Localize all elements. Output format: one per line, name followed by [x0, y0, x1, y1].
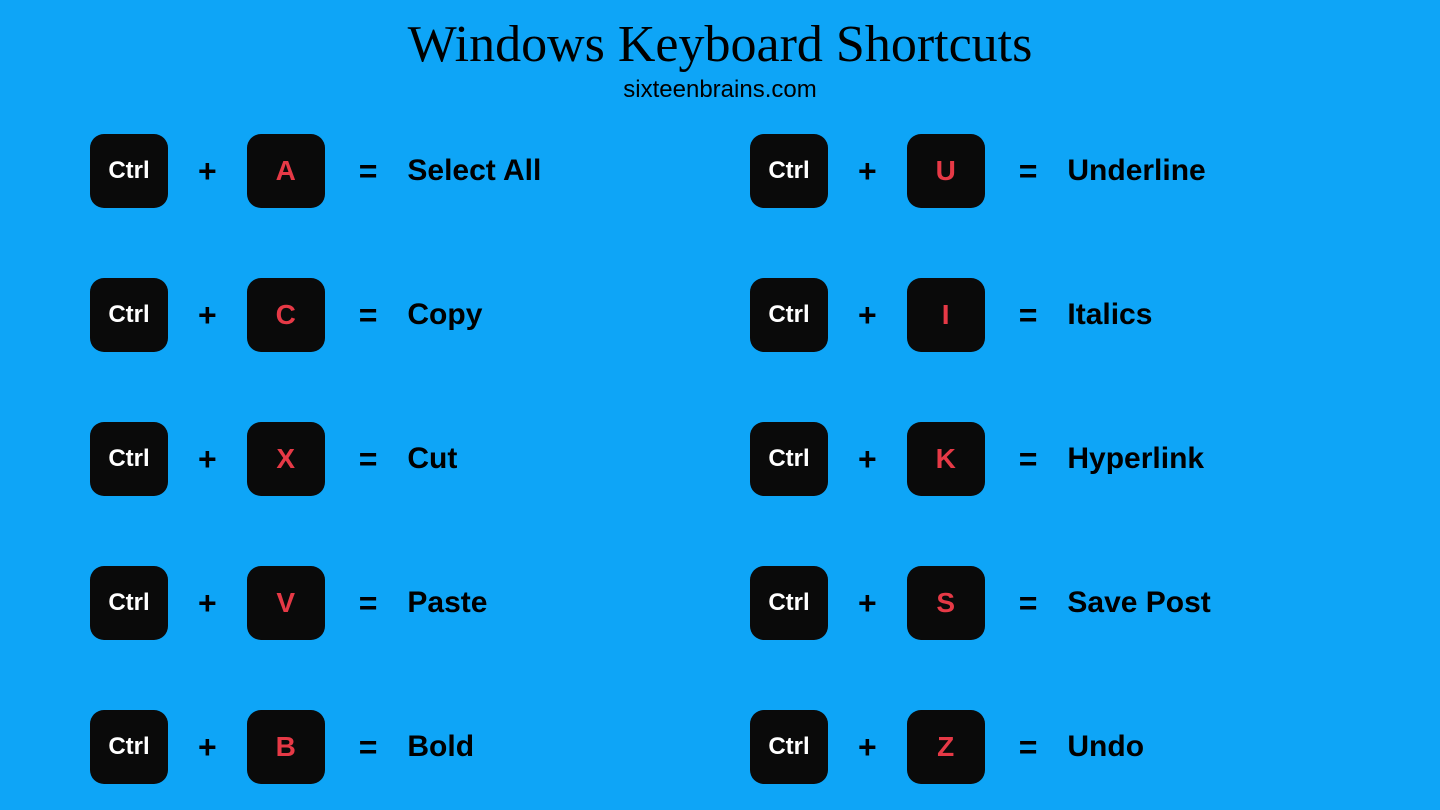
shortcut-description: Bold — [407, 730, 474, 764]
equals-symbol: = — [1019, 153, 1038, 190]
shortcut-description: Undo — [1067, 730, 1144, 764]
shortcut-row: Ctrl + V = Paste — [90, 566, 690, 640]
shortcut-description: Hyperlink — [1067, 442, 1204, 476]
shortcut-row: Ctrl + I = Italics — [750, 278, 1350, 352]
plus-symbol: + — [858, 729, 877, 766]
equals-symbol: = — [1019, 585, 1038, 622]
equals-symbol: = — [1019, 441, 1038, 478]
key-ctrl: Ctrl — [90, 278, 168, 352]
key-ctrl: Ctrl — [750, 710, 828, 784]
plus-symbol: + — [858, 585, 877, 622]
key-letter: U — [907, 134, 985, 208]
shortcut-row: Ctrl + U = Underline — [750, 134, 1350, 208]
key-ctrl: Ctrl — [90, 710, 168, 784]
key-letter: A — [247, 134, 325, 208]
plus-symbol: + — [198, 441, 217, 478]
key-ctrl: Ctrl — [750, 566, 828, 640]
page-title: Windows Keyboard Shortcuts — [0, 15, 1440, 74]
plus-symbol: + — [198, 297, 217, 334]
equals-symbol: = — [359, 297, 378, 334]
plus-symbol: + — [198, 585, 217, 622]
shortcut-row: Ctrl + X = Cut — [90, 422, 690, 496]
shortcut-description: Italics — [1067, 298, 1152, 332]
key-letter: B — [247, 710, 325, 784]
key-letter: Z — [907, 710, 985, 784]
shortcut-row: Ctrl + S = Save Post — [750, 566, 1350, 640]
shortcut-row: Ctrl + Z = Undo — [750, 710, 1350, 784]
key-letter: S — [907, 566, 985, 640]
shortcut-row: Ctrl + B = Bold — [90, 710, 690, 784]
shortcut-description: Paste — [407, 586, 487, 620]
plus-symbol: + — [858, 441, 877, 478]
shortcut-description: Select All — [407, 154, 541, 188]
key-ctrl: Ctrl — [750, 278, 828, 352]
header: Windows Keyboard Shortcuts sixteenbrains… — [0, 0, 1440, 104]
page-subtitle: sixteenbrains.com — [0, 76, 1440, 104]
key-letter: X — [247, 422, 325, 496]
plus-symbol: + — [858, 297, 877, 334]
key-ctrl: Ctrl — [750, 422, 828, 496]
key-ctrl: Ctrl — [90, 422, 168, 496]
key-ctrl: Ctrl — [90, 134, 168, 208]
shortcut-row: Ctrl + C = Copy — [90, 278, 690, 352]
equals-symbol: = — [359, 585, 378, 622]
plus-symbol: + — [858, 153, 877, 190]
key-letter: V — [247, 566, 325, 640]
shortcut-row: Ctrl + A = Select All — [90, 134, 690, 208]
key-letter: K — [907, 422, 985, 496]
equals-symbol: = — [359, 729, 378, 766]
shortcut-description: Underline — [1067, 154, 1205, 188]
plus-symbol: + — [198, 729, 217, 766]
key-letter: I — [907, 278, 985, 352]
key-ctrl: Ctrl — [90, 566, 168, 640]
shortcuts-grid: Ctrl + A = Select All Ctrl + U = Underli… — [0, 104, 1440, 784]
equals-symbol: = — [1019, 729, 1038, 766]
equals-symbol: = — [359, 153, 378, 190]
equals-symbol: = — [359, 441, 378, 478]
plus-symbol: + — [198, 153, 217, 190]
key-ctrl: Ctrl — [750, 134, 828, 208]
shortcut-description: Copy — [407, 298, 482, 332]
key-letter: C — [247, 278, 325, 352]
shortcut-description: Save Post — [1067, 586, 1210, 620]
shortcut-description: Cut — [407, 442, 457, 476]
shortcut-row: Ctrl + K = Hyperlink — [750, 422, 1350, 496]
equals-symbol: = — [1019, 297, 1038, 334]
